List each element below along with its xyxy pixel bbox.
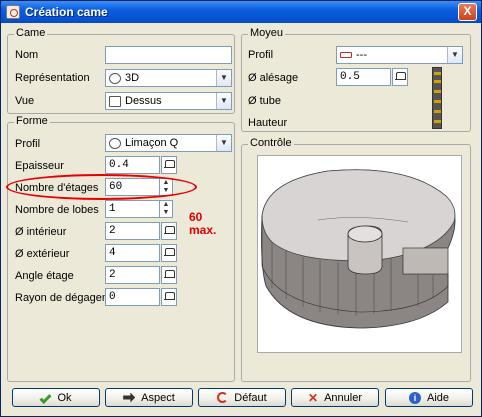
vue-value: Dessus	[125, 95, 162, 107]
representation-label: Représentation	[15, 72, 90, 84]
moyeu-profil-value: ---	[356, 49, 367, 61]
lobes-label: Nombre de lobes	[15, 204, 99, 216]
moyeu-profil-label: Profil	[248, 49, 274, 61]
rayon-pick-icon[interactable]	[161, 288, 177, 306]
app-icon	[6, 5, 20, 19]
cam-3d-render	[261, 169, 456, 329]
moyeu-group-title: Moyeu	[248, 27, 286, 39]
defaut-button[interactable]: Défaut	[198, 388, 286, 407]
representation-select[interactable]: 3D ▼	[105, 69, 232, 87]
vue-select[interactable]: Dessus ▼	[105, 92, 232, 110]
chevron-down-icon[interactable]: ▼	[447, 47, 462, 63]
aspect-label: Aspect	[141, 391, 175, 404]
window-title: Création came	[25, 5, 108, 19]
epaisseur-input[interactable]: 0.4	[105, 156, 160, 174]
came-group-title: Came	[14, 27, 48, 39]
forme-profil-label: Profil	[15, 138, 41, 150]
representation-value: 3D	[125, 72, 140, 84]
interieur-label: Ø intérieur	[15, 226, 67, 238]
nom-label: Nom	[15, 49, 39, 61]
epaisseur-pick-icon[interactable]	[161, 156, 177, 174]
rayon-input[interactable]: 0	[105, 288, 160, 306]
max-annotation: 60 max.	[189, 211, 216, 237]
forme-group-title: Forme	[14, 115, 50, 127]
cam-preview[interactable]	[257, 155, 462, 353]
angle-input[interactable]: 2	[105, 266, 160, 284]
chevron-down-icon[interactable]: ▼	[216, 70, 231, 86]
highlight-circle	[6, 174, 197, 200]
rayon-label: Rayon de dégagem	[15, 292, 112, 304]
3d-icon	[109, 72, 121, 84]
angle-pick-icon[interactable]	[161, 266, 177, 284]
vue-label: Vue	[15, 95, 35, 107]
annotation-line2: max.	[189, 223, 217, 237]
interieur-pick-icon[interactable]	[161, 222, 177, 240]
reset-icon	[217, 392, 229, 403]
exterieur-label: Ø extérieur	[15, 248, 70, 260]
epaisseur-label: Epaisseur	[15, 160, 64, 172]
alesage-pick-icon[interactable]	[392, 68, 408, 86]
info-icon: i	[408, 391, 421, 404]
ok-button[interactable]: Ok	[12, 388, 100, 407]
dialog-window: Création came X Came Nom Représentation …	[0, 0, 482, 417]
hauteur-label: Hauteur	[248, 117, 288, 129]
aide-button[interactable]: i Aide	[385, 388, 473, 407]
cancel-icon: ✕	[308, 390, 319, 405]
controle-group-title: Contrôle	[248, 137, 294, 149]
top-view-icon	[109, 95, 121, 107]
ok-label: Ok	[57, 391, 72, 404]
title-bar[interactable]: Création came X	[1, 1, 481, 23]
aide-label: Aide	[426, 391, 450, 404]
arrow-right-icon	[123, 392, 136, 403]
nom-input[interactable]	[105, 46, 232, 64]
aspect-button[interactable]: Aspect	[105, 388, 193, 407]
annuler-button[interactable]: ✕ Annuler	[291, 388, 379, 407]
chevron-down-icon[interactable]: ▼	[216, 93, 231, 109]
exterieur-pick-icon[interactable]	[161, 244, 177, 262]
hub-profile-icon	[340, 52, 352, 58]
forme-profil-select[interactable]: Limaçon Q ▼	[105, 134, 232, 152]
alesage-input[interactable]: 0.5	[336, 68, 391, 86]
hub-preview-slider[interactable]	[432, 67, 442, 129]
tube-label: Ø tube	[248, 95, 282, 107]
moyeu-profil-select[interactable]: --- ▼	[336, 46, 463, 64]
spiral-icon	[109, 137, 121, 149]
interieur-input[interactable]: 2	[105, 222, 160, 240]
alesage-label: Ø alésage	[248, 72, 299, 84]
forme-profil-value: Limaçon Q	[125, 137, 179, 149]
annuler-label: Annuler	[324, 391, 362, 404]
angle-label: Angle étage	[15, 270, 74, 282]
defaut-label: Défaut	[234, 391, 267, 404]
lobes-spinner[interactable]: ▲ ▼	[160, 200, 173, 218]
check-icon	[39, 391, 52, 404]
exterieur-input[interactable]: 4	[105, 244, 160, 262]
chevron-down-icon[interactable]: ▼	[216, 135, 231, 151]
lobes-input[interactable]: 1	[105, 200, 160, 218]
close-button[interactable]: X	[458, 3, 477, 21]
